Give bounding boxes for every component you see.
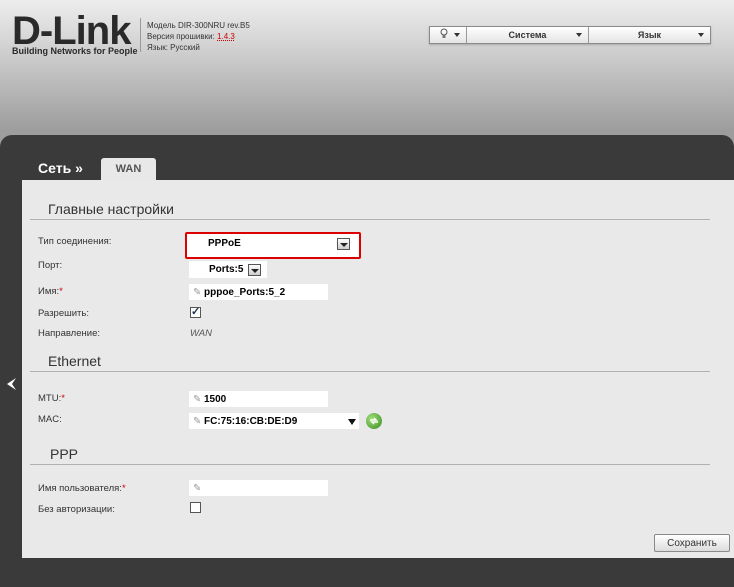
firmware-line: Версия прошивки: 1.4.3 bbox=[147, 31, 250, 42]
connection-type-label: Тип соединения: bbox=[38, 236, 112, 247]
enable-label: Разрешить: bbox=[38, 308, 89, 319]
hint-menu-button[interactable] bbox=[430, 27, 467, 43]
firmware-version: 1.4.3 bbox=[217, 32, 235, 41]
port-value: Ports:5 bbox=[209, 264, 244, 275]
username-label-text: Имя пользователя: bbox=[38, 483, 122, 494]
language-menu-label: Язык bbox=[637, 30, 662, 40]
dropdown-arrow-icon bbox=[337, 238, 350, 250]
pencil-icon: ✎ bbox=[193, 394, 202, 405]
logo-text: D-Link bbox=[12, 9, 131, 53]
pencil-icon: ✎ bbox=[193, 483, 202, 494]
connection-type-select[interactable]: PPPoE bbox=[185, 232, 361, 259]
mac-value: FC:75:16:CB:DE:D9 bbox=[204, 416, 298, 427]
chevron-down-icon bbox=[454, 33, 460, 37]
mtu-value: 1500 bbox=[204, 394, 227, 405]
mtu-input[interactable]: ✎ 1500 bbox=[189, 391, 328, 407]
chevron-down-icon bbox=[698, 33, 704, 37]
tab-wan[interactable]: WAN bbox=[101, 158, 156, 180]
logo-tagline: Building Networks for People bbox=[12, 46, 138, 56]
pencil-icon: ✎ bbox=[193, 287, 202, 298]
connection-type-value: PPPoE bbox=[208, 238, 241, 249]
back-arrow-icon[interactable] bbox=[5, 377, 17, 391]
section-title-ppp: PPP bbox=[50, 446, 79, 462]
dropdown-arrow-icon bbox=[248, 264, 261, 276]
name-value: pppoe_Ports:5_2 bbox=[204, 287, 286, 298]
system-menu-button[interactable]: Система bbox=[467, 27, 589, 43]
section-title-main: Главные настройки bbox=[48, 201, 174, 217]
required-mark: * bbox=[121, 483, 126, 494]
direction-label: Направление: bbox=[38, 328, 100, 339]
mac-select[interactable]: ✎ FC:75:16:CB:DE:D9 bbox=[189, 413, 359, 429]
top-menu-bar: Система Язык bbox=[429, 26, 711, 44]
system-menu-label: Система bbox=[508, 30, 547, 40]
language-menu-button[interactable]: Язык bbox=[589, 27, 710, 43]
header-divider bbox=[140, 18, 141, 52]
settings-content bbox=[22, 180, 734, 558]
dlink-logo: D-Link Building Networks for People bbox=[12, 9, 138, 56]
no-auth-label: Без авторизации: bbox=[38, 504, 115, 515]
dropdown-arrow-icon[interactable] bbox=[348, 419, 356, 425]
chevron-down-icon bbox=[576, 33, 582, 37]
lightbulb-icon bbox=[440, 28, 448, 42]
name-label-text: Имя: bbox=[38, 286, 60, 297]
port-label: Порт: bbox=[38, 260, 63, 271]
firmware-label: Версия прошивки: bbox=[147, 32, 218, 41]
required-mark: * bbox=[61, 393, 65, 404]
username-label: Имя пользователя:* bbox=[38, 483, 126, 494]
name-label: Имя:* bbox=[38, 286, 63, 297]
section-title-ethernet: Ethernet bbox=[48, 353, 101, 369]
refresh-mac-icon[interactable] bbox=[366, 413, 382, 429]
port-select[interactable]: Ports:5 bbox=[189, 261, 267, 278]
required-mark: * bbox=[59, 286, 63, 297]
device-info: Модель DIR-300NRU rev.B5 Версия прошивки… bbox=[147, 20, 250, 53]
breadcrumb[interactable]: Сеть » bbox=[38, 160, 83, 176]
username-input[interactable]: ✎ bbox=[189, 480, 328, 496]
no-auth-checkbox[interactable] bbox=[190, 502, 201, 513]
section-divider bbox=[30, 371, 710, 372]
model-line: Модель DIR-300NRU rev.B5 bbox=[147, 21, 250, 30]
section-divider bbox=[30, 464, 710, 465]
mtu-label: MTU:* bbox=[38, 393, 65, 404]
language-line: Язык: Русский bbox=[147, 43, 200, 52]
mtu-label-text: MTU: bbox=[38, 393, 62, 404]
section-divider bbox=[30, 219, 710, 220]
pencil-icon: ✎ bbox=[193, 416, 202, 427]
mac-label: MAC: bbox=[38, 414, 62, 425]
name-input[interactable]: ✎ pppoe_Ports:5_2 bbox=[189, 284, 328, 300]
save-button[interactable]: Сохранить bbox=[654, 534, 730, 552]
direction-value: WAN bbox=[190, 328, 212, 339]
enable-checkbox[interactable] bbox=[190, 305, 201, 318]
